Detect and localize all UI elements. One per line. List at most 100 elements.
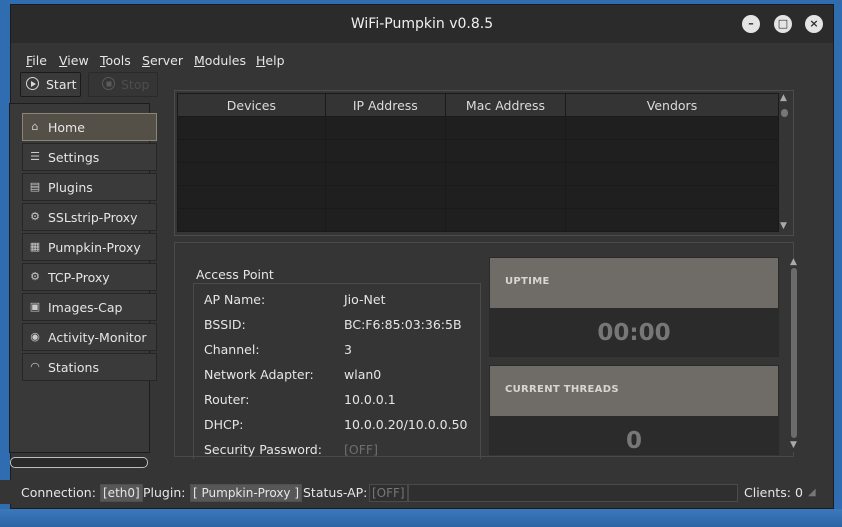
sslstrip-icon: ⚙ — [30, 210, 40, 223]
column-header-vendors[interactable]: Vendors — [565, 93, 779, 117]
table-cell — [177, 139, 326, 163]
play-icon — [26, 77, 39, 90]
table-row[interactable] — [177, 162, 779, 186]
menu-help[interactable]: Help — [256, 53, 285, 68]
table-cell — [565, 139, 779, 163]
status-ap-label: Status-AP: — [303, 485, 368, 500]
scroll-up-icon[interactable]: ▲ — [780, 93, 787, 103]
ap-field-label: Network Adapter: — [204, 367, 314, 382]
threads-card: CURRENT THREADS 0 — [489, 365, 779, 455]
menu-modules[interactable]: Modules — [194, 53, 246, 68]
uptime-body: 00:00 — [490, 308, 778, 356]
table-cell — [324, 139, 446, 163]
scrollbar-thumb[interactable] — [791, 268, 797, 438]
plugin-label: Plugin: — [143, 485, 186, 500]
ap-field-label: DHCP: — [204, 417, 244, 432]
scroll-up-icon[interactable]: ▲ — [790, 257, 797, 267]
table-row[interactable] — [177, 208, 779, 232]
title-bar[interactable]: WiFi-Pumpkin v0.8.5 – □ × — [11, 5, 833, 43]
menu-bar: File View Tools Server Modules Help — [11, 43, 833, 68]
ap-field-label: Channel: — [204, 342, 260, 357]
clients-value: 0 — [795, 485, 803, 500]
maximize-button[interactable]: □ — [774, 15, 792, 33]
ap-field-value: 10.0.0.1 — [344, 392, 396, 407]
ap-field-label: Router: — [204, 392, 250, 407]
sidebar-item-label: Settings — [48, 150, 100, 165]
table-cell — [324, 185, 446, 209]
scroll-down-icon[interactable]: ▼ — [780, 221, 787, 231]
menu-server[interactable]: Server — [142, 53, 183, 68]
scroll-down-icon[interactable]: ▼ — [790, 440, 797, 450]
progress-bar — [10, 457, 148, 468]
stop-label: Stop — [121, 77, 150, 92]
sidebar-item-activity-monitor[interactable]: ◉ Activity-Monitor — [22, 323, 157, 351]
ap-field-value: 10.0.0.20/10.0.0.50 — [344, 417, 468, 432]
stop-icon — [102, 77, 115, 90]
sidebar-item-images-cap[interactable]: ▣ Images-Cap — [22, 293, 157, 321]
access-point-title: Access Point — [196, 267, 274, 282]
start-button[interactable]: Start — [20, 72, 81, 97]
sidebar-item-pumpkin-proxy[interactable]: ▦ Pumpkin-Proxy — [22, 233, 157, 261]
pumpkin-proxy-icon: ▦ — [29, 240, 41, 253]
sidebar-item-label: SSLstrip-Proxy — [48, 210, 138, 225]
column-header-devices[interactable]: Devices — [177, 93, 326, 117]
connection-label: Connection: — [21, 485, 96, 500]
ap-field-value: wlan0 — [344, 367, 382, 382]
settings-icon: ☰ — [30, 150, 40, 163]
sidebar-item-label: Activity-Monitor — [48, 330, 147, 345]
threads-body: 0 — [490, 416, 778, 454]
menu-view[interactable]: View — [59, 53, 89, 68]
ap-field-value: [OFF] — [344, 442, 378, 457]
table-cell — [444, 185, 567, 209]
sidebar-item-tcp-proxy[interactable]: ⚙ TCP-Proxy — [22, 263, 157, 291]
column-header-ip-address[interactable]: IP Address — [324, 93, 446, 117]
devices-table-frame: Devices IP Address Mac Address Vendors ▲ ▼ — [174, 90, 794, 236]
devices-table-scrollbar[interactable]: ▲ ▼ — [779, 93, 791, 233]
minimize-button[interactable]: – — [742, 15, 760, 33]
info-panel-scrollbar[interactable]: ▲ ▼ — [789, 257, 800, 452]
devices-table: Devices IP Address Mac Address Vendors — [177, 93, 779, 232]
table-cell — [324, 208, 446, 232]
activity-monitor-icon: ◉ — [30, 330, 40, 343]
close-button[interactable]: × — [805, 15, 823, 33]
resize-grip-icon[interactable]: ◢ — [808, 487, 820, 499]
table-row[interactable] — [177, 116, 779, 140]
sidebar-item-label: Images-Cap — [48, 300, 123, 315]
sidebar-item-label: Pumpkin-Proxy — [48, 240, 141, 255]
table-row[interactable] — [177, 185, 779, 209]
sidebar-item-home[interactable]: ⌂ Home — [22, 113, 157, 141]
window-title: WiFi-Pumpkin v0.8.5 — [350, 16, 494, 32]
threads-title: CURRENT THREADS — [505, 384, 619, 395]
ap-field-label: AP Name: — [204, 292, 266, 307]
stop-button[interactable]: Stop — [88, 72, 158, 97]
table-row[interactable] — [177, 139, 779, 163]
plugin-value: [ Pumpkin-Proxy ] — [190, 484, 303, 502]
status-ap-value: [OFF] — [369, 484, 408, 502]
table-cell — [565, 185, 779, 209]
sidebar-item-settings[interactable]: ☰ Settings — [22, 143, 157, 171]
clients-label: Clients: — [744, 485, 791, 500]
sidebar-item-label: Home — [48, 120, 85, 135]
tcp-proxy-icon: ⚙ — [30, 270, 40, 283]
threads-header: CURRENT THREADS — [490, 366, 778, 416]
table-cell — [444, 139, 567, 163]
start-label: Start — [46, 77, 77, 92]
column-header-mac-address[interactable]: Mac Address — [444, 93, 567, 117]
home-icon: ⌂ — [31, 120, 39, 133]
sidebar-item-stations[interactable]: ◠ Stations — [22, 353, 157, 381]
menu-tools[interactable]: Tools — [100, 53, 131, 68]
plugins-icon: ▤ — [29, 180, 41, 193]
sidebar-item-label: TCP-Proxy — [48, 270, 110, 285]
table-cell — [565, 162, 779, 186]
ap-field-value: 3 — [344, 342, 352, 357]
sidebar-item-plugins[interactable]: ▤ Plugins — [22, 173, 157, 201]
scrollbar-thumb[interactable] — [781, 109, 788, 117]
desktop-background — [0, 509, 842, 527]
sidebar-item-sslstrip-proxy[interactable]: ⚙ SSLstrip-Proxy — [22, 203, 157, 231]
uptime-card: UPTIME 00:00 — [489, 257, 779, 357]
ap-field-label: Security Password: — [204, 442, 322, 457]
uptime-header: UPTIME — [490, 258, 778, 308]
table-cell — [177, 162, 326, 186]
menu-file[interactable]: File — [26, 53, 47, 68]
status-message-area — [408, 484, 738, 502]
